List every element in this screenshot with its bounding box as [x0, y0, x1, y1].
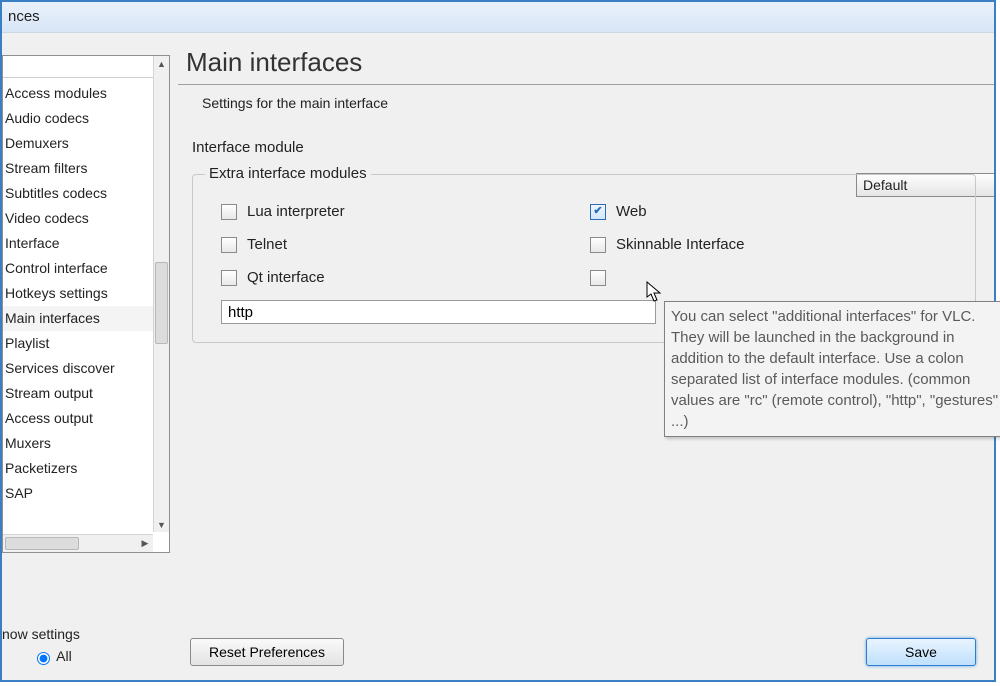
- reset-button[interactable]: Reset Preferences: [190, 638, 344, 666]
- tree-search-input[interactable]: [3, 56, 153, 78]
- tree-item[interactable]: Interface: [3, 231, 153, 256]
- show-settings-all-label: All: [56, 648, 72, 664]
- main-panel: Main interfaces Settings for the main in…: [178, 33, 994, 680]
- tree-vertical-scrollbar[interactable]: ▲ ▼: [153, 56, 169, 532]
- extra-interfaces-legend: Extra interface modules: [205, 165, 371, 182]
- show-settings-group: now settings All: [2, 626, 172, 665]
- checkbox-box[interactable]: [221, 204, 237, 220]
- window-body: Access modulesAudio codecsDemuxersStream…: [2, 33, 994, 680]
- show-settings-all-radio[interactable]: [37, 652, 50, 665]
- checkbox-web[interactable]: Web: [590, 195, 959, 228]
- tree-item[interactable]: Demuxers: [3, 131, 153, 156]
- checkbox-box[interactable]: [590, 237, 606, 253]
- tree-item[interactable]: Access output: [3, 406, 153, 431]
- checkbox-label: Lua interpreter: [247, 203, 345, 220]
- interface-module-label: Interface module: [192, 139, 492, 156]
- page-subtitle: Settings for the main interface: [178, 95, 994, 111]
- tree-item[interactable]: Stream filters: [3, 156, 153, 181]
- checkbox-skinnable[interactable]: Skinnable Interface: [590, 228, 959, 261]
- checkbox-lua[interactable]: Lua interpreter: [221, 195, 590, 228]
- tree-items: Access modulesAudio codecsDemuxersStream…: [3, 81, 153, 532]
- checkbox-hidden[interactable]: [590, 261, 959, 294]
- dialog-buttons: Reset Preferences Save: [190, 638, 976, 666]
- checkbox-label: Skinnable Interface: [616, 236, 744, 253]
- page-title: Main interfaces: [178, 33, 994, 84]
- tree-item[interactable]: Main interfaces: [3, 306, 153, 331]
- checkbox-label: Telnet: [247, 236, 287, 253]
- category-tree: Access modulesAudio codecsDemuxersStream…: [2, 55, 170, 553]
- checkbox-telnet[interactable]: Telnet: [221, 228, 590, 261]
- tooltip: You can select "additional interfaces" f…: [664, 301, 1000, 437]
- checkbox-box[interactable]: [590, 204, 606, 220]
- tree-item[interactable]: Access modules: [3, 81, 153, 106]
- window-title: nces: [8, 8, 40, 25]
- title-divider: [178, 84, 994, 85]
- checkbox-label: Web: [616, 203, 647, 220]
- checkbox-box[interactable]: [221, 237, 237, 253]
- extra-modules-input[interactable]: [221, 300, 656, 324]
- interface-module-row: Interface module: [178, 139, 994, 156]
- preferences-window: nces Access modulesAudio codecsDemuxersS…: [0, 0, 996, 682]
- checkbox-box[interactable]: [221, 270, 237, 286]
- tree-item[interactable]: Audio codecs: [3, 106, 153, 131]
- tree-item[interactable]: SAP: [3, 481, 153, 506]
- tree-item[interactable]: Packetizers: [3, 456, 153, 481]
- tree-item[interactable]: Hotkeys settings: [3, 281, 153, 306]
- window-titlebar: nces: [2, 2, 994, 33]
- tree-item[interactable]: Stream output: [3, 381, 153, 406]
- checkbox-label: Qt interface: [247, 269, 325, 286]
- show-settings-label: now settings: [2, 626, 172, 642]
- tree-vscroll-thumb[interactable]: [155, 262, 168, 344]
- tree-item[interactable]: Playlist: [3, 331, 153, 356]
- show-settings-all-row[interactable]: All: [2, 648, 172, 665]
- tree-item[interactable]: Muxers: [3, 431, 153, 456]
- tree-item[interactable]: Video codecs: [3, 206, 153, 231]
- scroll-right-icon[interactable]: ▶: [137, 535, 153, 552]
- scroll-up-icon[interactable]: ▲: [154, 56, 169, 71]
- tree-horizontal-scrollbar[interactable]: ▶: [3, 534, 153, 552]
- sidebar: Access modulesAudio codecsDemuxersStream…: [2, 33, 174, 680]
- tree-item[interactable]: Services discover: [3, 356, 153, 381]
- checkbox-box[interactable]: [590, 270, 606, 286]
- tree-hscroll-thumb[interactable]: [5, 537, 79, 550]
- scroll-down-icon[interactable]: ▼: [154, 517, 169, 532]
- tree-item[interactable]: Subtitles codecs: [3, 181, 153, 206]
- tree-item[interactable]: Control interface: [3, 256, 153, 281]
- checkbox-qt[interactable]: Qt interface: [221, 261, 590, 294]
- save-button[interactable]: Save: [866, 638, 976, 666]
